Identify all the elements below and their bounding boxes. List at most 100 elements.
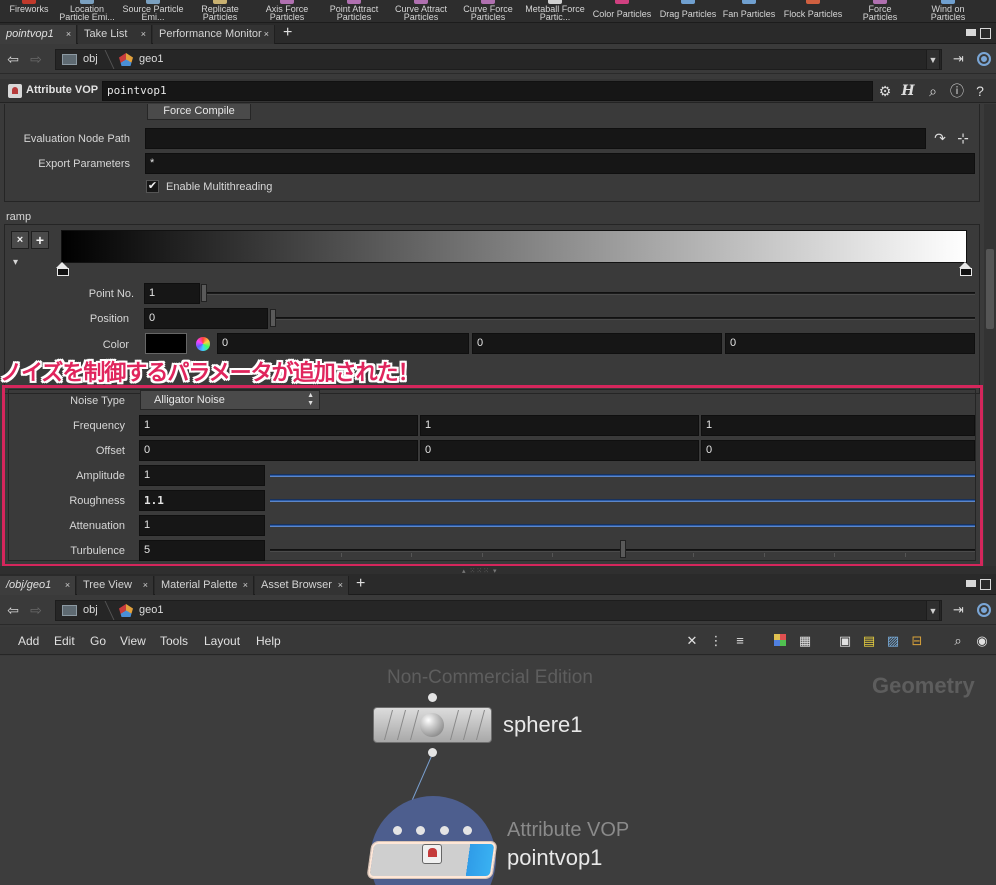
close-icon[interactable]: × [243, 576, 248, 594]
shelf-tool-force-particles[interactable]: Force Particles [856, 0, 904, 22]
shelf-tool-curve-attract-particles[interactable]: Curve Attract Particles [390, 0, 452, 22]
gear-icon[interactable]: ⚙ [877, 83, 893, 99]
shelf-tool-flock-particles[interactable]: Flock Particles [782, 0, 844, 22]
parameter-scrollbar[interactable] [984, 104, 996, 566]
position-slider-handle[interactable] [270, 309, 276, 327]
chevron-down-icon[interactable]: ▼ [926, 49, 940, 70]
frequency-z-field[interactable]: 1 [701, 415, 975, 436]
shape-palette-icon[interactable]: ▦ [798, 634, 812, 648]
help-h-icon[interactable]: H [900, 83, 916, 99]
offset-y-field[interactable]: 0 [420, 440, 699, 461]
offset-z-field[interactable]: 0 [701, 440, 975, 461]
search-icon[interactable]: ⌕ [925, 83, 941, 99]
shelf-tool-point-attract-particles[interactable]: Point Attract Particles [322, 0, 386, 22]
close-icon[interactable]: × [141, 25, 146, 43]
add-tab-icon[interactable]: + [356, 575, 365, 593]
input-connector[interactable] [416, 826, 425, 835]
background-image-icon[interactable]: ▨ [886, 634, 900, 648]
shelf-tool-source-particle-emitter[interactable]: Source Particle Emi... [122, 0, 184, 22]
close-icon[interactable]: × [264, 25, 269, 43]
menu-go[interactable]: Go [90, 634, 106, 648]
roughness-slider[interactable] [270, 499, 975, 502]
shelf-tool-location-particle-emitter[interactable]: Location Particle Emi... [56, 0, 118, 22]
shelf-tool-fan-particles[interactable]: Fan Particles [722, 0, 776, 22]
attenuation-field[interactable]: 1 [139, 515, 265, 536]
export-parameters-field[interactable]: * [145, 153, 975, 174]
amplitude-field[interactable]: 1 [139, 465, 265, 486]
input-connector[interactable] [428, 693, 437, 702]
path-crumb-geo1[interactable]: geo1 [139, 50, 163, 69]
ramp-key-start[interactable] [56, 262, 69, 276]
back-arrow-icon[interactable]: ⇦ [6, 52, 20, 66]
list-icon[interactable]: ≡ [733, 634, 747, 648]
shelf-tool-fireworks[interactable]: Fireworks [5, 0, 53, 22]
path-crumb-obj[interactable]: obj [83, 50, 98, 69]
color-swatch[interactable] [145, 333, 187, 354]
enable-multithreading-checkbox[interactable]: ✔ [146, 180, 159, 193]
menu-layout[interactable]: Layout [204, 634, 240, 648]
tab-take-list[interactable]: Take List × [78, 25, 152, 44]
tree-layout-icon[interactable]: ⋮ [709, 634, 723, 648]
network-box-icon[interactable]: ▣ [838, 634, 852, 648]
ramp-gradient[interactable] [61, 230, 967, 263]
evaluation-node-path-field[interactable] [145, 128, 926, 149]
ramp-menu-icon[interactable]: ▾ [13, 257, 18, 268]
tools-icon[interactable]: ✕ [685, 634, 699, 648]
tab-material-palette[interactable]: Material Palette × [155, 576, 254, 595]
shelf-tool-wind-on-particles[interactable]: Wind on Particles [920, 0, 976, 22]
position-slider[interactable] [272, 317, 975, 320]
tab-performance-monitor[interactable]: Performance Monitor × [153, 25, 275, 44]
shelf-tool-drag-particles[interactable]: Drag Particles [659, 0, 717, 22]
pointvop1-node-label[interactable]: pointvop1 [507, 845, 602, 871]
path-crumb-obj[interactable]: obj [83, 601, 98, 620]
tab-asset-browser[interactable]: Asset Browser × [255, 576, 349, 595]
link-icon[interactable] [977, 52, 991, 66]
ramp-key-end[interactable] [959, 262, 972, 276]
sphere1-node-label[interactable]: sphere1 [503, 712, 583, 738]
jump-arrow-icon[interactable]: ↷ [932, 130, 948, 146]
input-connector[interactable] [463, 826, 472, 835]
menu-view[interactable]: View [120, 634, 146, 648]
forward-arrow-icon[interactable]: ⇨ [29, 603, 43, 617]
node-chooser-icon[interactable]: ⊹ [955, 130, 971, 146]
forward-arrow-icon[interactable]: ⇨ [29, 52, 43, 66]
point-no-slider[interactable] [203, 292, 975, 295]
tab-tree-view[interactable]: Tree View × [77, 576, 154, 595]
color-g-field[interactable]: 0 [472, 333, 722, 354]
offset-x-field[interactable]: 0 [139, 440, 418, 461]
color-palette-icon[interactable] [774, 634, 786, 646]
close-icon[interactable]: × [143, 576, 148, 594]
point-no-slider-handle[interactable] [201, 284, 207, 302]
shelf-tool-replicate-particles[interactable]: Replicate Particles [190, 0, 250, 22]
pane-splitter[interactable]: ▴ ⁙⁙⁙ ▾ [0, 566, 996, 575]
menu-help[interactable]: Help [256, 634, 281, 648]
add-tab-icon[interactable]: + [283, 24, 292, 42]
close-icon[interactable]: × [338, 576, 343, 594]
ramp-add-point-button[interactable]: + [31, 231, 49, 249]
attenuation-slider[interactable] [270, 524, 975, 527]
turbulence-field[interactable]: 5 [139, 540, 265, 561]
pin-icon[interactable]: ⇥ [953, 603, 969, 616]
close-icon[interactable]: × [65, 576, 70, 594]
menu-edit[interactable]: Edit [54, 634, 75, 648]
tab-pointvop1[interactable]: pointvop1 × [0, 25, 77, 44]
frequency-x-field[interactable]: 1 [139, 415, 418, 436]
roughness-field[interactable]: 1.1 [139, 490, 265, 511]
close-icon[interactable]: × [66, 25, 71, 43]
color-wheel-icon[interactable] [196, 337, 210, 351]
maximize-icon[interactable] [980, 579, 991, 590]
chevron-down-icon[interactable]: ▼ [926, 600, 940, 621]
color-r-field[interactable]: 0 [217, 333, 469, 354]
help-icon[interactable]: ? [972, 83, 988, 99]
shelf-tool-axis-force-particles[interactable]: Axis Force Particles [258, 0, 316, 22]
shelf-tool-color-particles[interactable]: Color Particles [592, 0, 652, 22]
menu-add[interactable]: Add [18, 634, 39, 648]
path-crumb-geo1[interactable]: geo1 [139, 601, 163, 620]
dots-icon[interactable]: ⊟ [910, 634, 924, 648]
color-b-field[interactable]: 0 [725, 333, 975, 354]
scrollbar-thumb[interactable] [986, 249, 994, 329]
pane-menu-icon[interactable] [966, 580, 976, 587]
link-icon[interactable] [977, 603, 991, 617]
maximize-icon[interactable] [980, 28, 991, 39]
sticky-note-icon[interactable]: ▤ [862, 634, 876, 648]
